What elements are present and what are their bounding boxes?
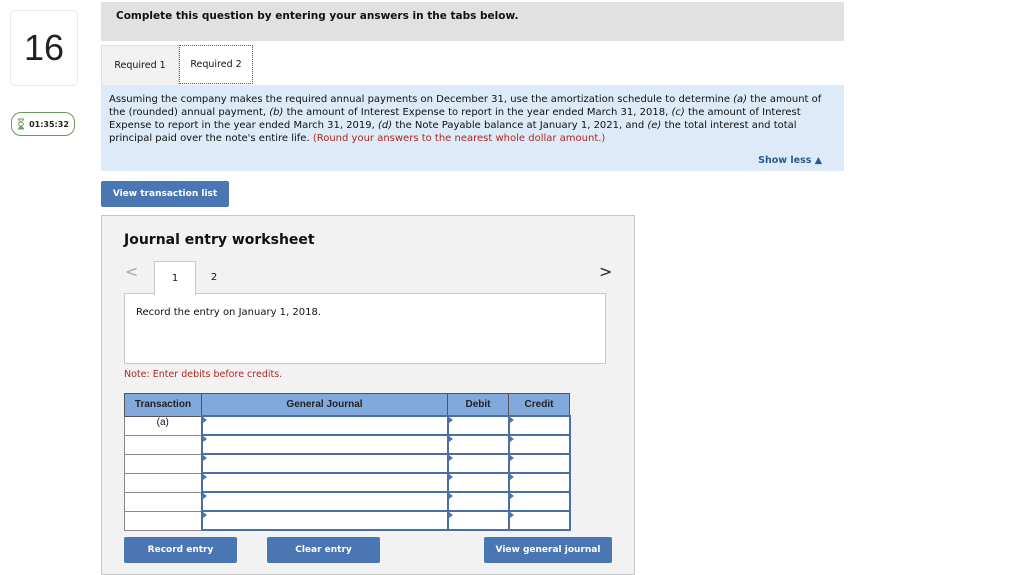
record-entry-button[interactable]: Record entry	[124, 537, 237, 563]
credit-input[interactable]	[507, 434, 571, 455]
clear-entry-button[interactable]: Clear entry	[267, 537, 380, 563]
question-header: Complete this question by entering your …	[101, 2, 844, 41]
debit-input[interactable]	[446, 453, 510, 474]
table-row	[124, 472, 571, 493]
timer-value: 01:35:32	[29, 119, 69, 129]
account-input[interactable]	[200, 415, 449, 436]
tab-required-2[interactable]: Required 2	[179, 45, 253, 84]
debit-input[interactable]	[446, 434, 510, 455]
view-general-journal-button[interactable]: View general journal	[484, 537, 612, 563]
header-debit: Debit	[447, 393, 509, 417]
rounding-note: (Round your answers to the nearest whole…	[312, 133, 606, 144]
show-less-link[interactable]: Show less ▲	[758, 155, 822, 166]
account-input[interactable]	[200, 510, 449, 531]
table-row	[124, 434, 571, 455]
account-input[interactable]	[200, 434, 449, 455]
credit-input[interactable]	[507, 472, 571, 493]
transaction-cell	[124, 491, 202, 512]
timer-badge: 01:35:32	[11, 112, 75, 136]
credit-input[interactable]	[507, 510, 571, 531]
entry-tab-2[interactable]: 2	[194, 261, 234, 293]
chevron-left-icon[interactable]: <	[125, 262, 138, 281]
journal-entry-worksheet: Journal entry worksheet < 1 2 > Record t…	[101, 215, 635, 575]
credit-input[interactable]	[507, 453, 571, 474]
transaction-cell	[124, 472, 202, 493]
journal-table: Transaction General Journal Debit Credit…	[124, 393, 571, 531]
worksheet-title: Journal entry worksheet	[124, 232, 315, 248]
account-input[interactable]	[200, 453, 449, 474]
question-number: 16	[10, 10, 78, 86]
account-input[interactable]	[200, 491, 449, 512]
header-instruction: Complete this question by entering your …	[116, 10, 519, 22]
debit-input[interactable]	[446, 472, 510, 493]
instructions-text: Assuming the company makes the required …	[109, 94, 822, 144]
transaction-cell: (a)	[124, 415, 202, 436]
debit-input[interactable]	[446, 491, 510, 512]
header-credit: Credit	[508, 393, 570, 417]
transaction-cell	[124, 453, 202, 474]
transaction-cell	[124, 434, 202, 455]
account-input[interactable]	[200, 472, 449, 493]
header-general-journal: General Journal	[201, 393, 448, 417]
instructions-panel: Assuming the company makes the required …	[101, 85, 844, 171]
chevron-right-icon[interactable]: >	[599, 262, 612, 281]
debit-input[interactable]	[446, 415, 510, 436]
tab-required-1[interactable]: Required 1	[101, 45, 179, 85]
credit-input[interactable]	[507, 491, 571, 512]
debits-note: Note: Enter debits before credits.	[124, 369, 283, 380]
entry-description-box: Record the entry on January 1, 2018.	[124, 293, 606, 364]
entry-tab-1[interactable]: 1	[154, 261, 196, 295]
transaction-cell	[124, 510, 202, 531]
hourglass-icon	[18, 118, 25, 130]
header-transaction: Transaction	[124, 393, 202, 417]
entry-description: Record the entry on January 1, 2018.	[136, 307, 322, 318]
credit-input[interactable]	[507, 415, 571, 436]
table-row	[124, 510, 571, 531]
table-row	[124, 453, 571, 474]
table-row	[124, 491, 571, 512]
debit-input[interactable]	[446, 510, 510, 531]
table-row: (a)	[124, 415, 571, 436]
required-tabs: Required 1 Required 2	[101, 45, 253, 85]
view-transaction-list-button[interactable]: View transaction list	[101, 181, 229, 207]
